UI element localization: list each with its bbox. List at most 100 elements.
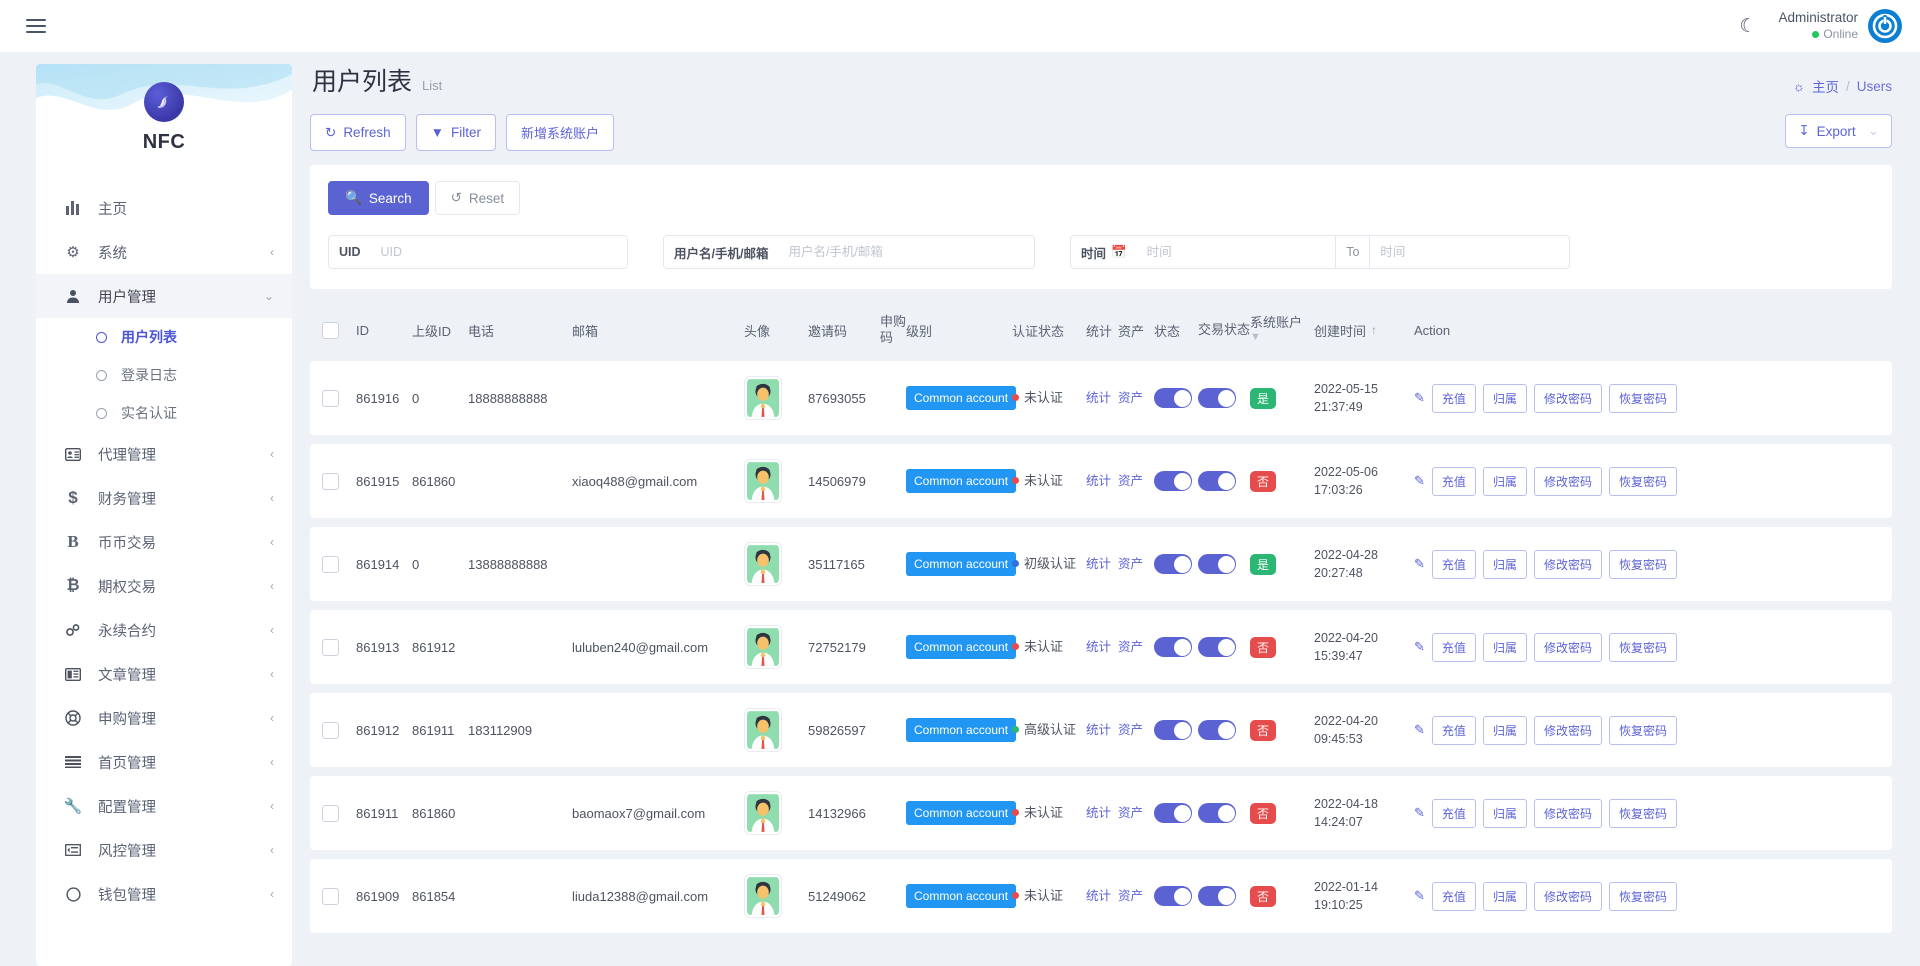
asset-link[interactable]: 资产	[1118, 723, 1143, 737]
recharge-button[interactable]: 充值	[1432, 384, 1476, 413]
sidebar-item-coin-trade[interactable]: B 币币交易 ‹	[36, 520, 292, 564]
table-row[interactable]: 861915 861860 xiaoq488@gmail.com 1450697…	[310, 444, 1892, 518]
stats-link[interactable]: 统计	[1086, 640, 1111, 654]
user-profile[interactable]: Administrator Online	[1778, 9, 1902, 43]
asset-link[interactable]: 资产	[1118, 391, 1143, 405]
row-checkbox[interactable]	[322, 556, 339, 573]
sidebar-item-login-log[interactable]: 登录日志	[36, 356, 292, 394]
sidebar-item-user-management[interactable]: 用户管理 ⌄	[36, 274, 292, 318]
time-to-input[interactable]	[1370, 236, 1569, 268]
change-password-button[interactable]: 修改密码	[1534, 799, 1602, 828]
asset-link[interactable]: 资产	[1118, 474, 1143, 488]
add-system-account-button[interactable]: 新增系统账户	[506, 114, 614, 151]
edit-icon[interactable]: ✎	[1414, 722, 1425, 738]
edit-icon[interactable]: ✎	[1414, 390, 1425, 406]
sidebar-item-home[interactable]: 主页	[36, 186, 292, 230]
row-checkbox[interactable]	[322, 888, 339, 905]
attribution-button[interactable]: 归属	[1483, 467, 1527, 496]
stats-link[interactable]: 统计	[1086, 889, 1111, 903]
refresh-button[interactable]: ↻ Refresh	[310, 114, 406, 151]
change-password-button[interactable]: 修改密码	[1534, 384, 1602, 413]
recharge-button[interactable]: 充值	[1432, 799, 1476, 828]
asset-link[interactable]: 资产	[1118, 557, 1143, 571]
stats-link[interactable]: 统计	[1086, 391, 1111, 405]
asset-link[interactable]: 资产	[1118, 640, 1143, 654]
export-button[interactable]: ↧ Export ⌄	[1785, 114, 1892, 148]
trade-state-toggle[interactable]	[1198, 388, 1236, 408]
avatar[interactable]	[1868, 9, 1902, 43]
trade-state-toggle[interactable]	[1198, 720, 1236, 740]
sidebar-item-system[interactable]: ⚙ 系统 ‹	[36, 230, 292, 274]
row-checkbox[interactable]	[322, 639, 339, 656]
change-password-button[interactable]: 修改密码	[1534, 467, 1602, 496]
edit-icon[interactable]: ✎	[1414, 473, 1425, 489]
trade-state-toggle[interactable]	[1198, 554, 1236, 574]
breadcrumb-home[interactable]: 主页	[1812, 76, 1839, 96]
sidebar-item-config-management[interactable]: 🔧 配置管理 ‹	[36, 784, 292, 828]
change-password-button[interactable]: 修改密码	[1534, 550, 1602, 579]
stats-link[interactable]: 统计	[1086, 723, 1111, 737]
recharge-button[interactable]: 充值	[1432, 633, 1476, 662]
change-password-button[interactable]: 修改密码	[1534, 633, 1602, 662]
filter-button[interactable]: ▼ Filter	[416, 114, 496, 151]
restore-password-button[interactable]: 恢复密码	[1609, 716, 1677, 745]
sidebar-item-article-management[interactable]: 文章管理 ‹	[36, 652, 292, 696]
edit-icon[interactable]: ✎	[1414, 888, 1425, 904]
state-toggle[interactable]	[1154, 471, 1192, 491]
moon-icon[interactable]: ☾	[1739, 17, 1756, 36]
change-password-button[interactable]: 修改密码	[1534, 882, 1602, 911]
edit-icon[interactable]: ✎	[1414, 639, 1425, 655]
recharge-button[interactable]: 充值	[1432, 716, 1476, 745]
restore-password-button[interactable]: 恢复密码	[1609, 882, 1677, 911]
restore-password-button[interactable]: 恢复密码	[1609, 467, 1677, 496]
sidebar-item-risk-management[interactable]: 风控管理 ‹	[36, 828, 292, 872]
restore-password-button[interactable]: 恢复密码	[1609, 799, 1677, 828]
restore-password-button[interactable]: 恢复密码	[1609, 550, 1677, 579]
attribution-button[interactable]: 归属	[1483, 384, 1527, 413]
time-from-input[interactable]	[1137, 236, 1336, 268]
attribution-button[interactable]: 归属	[1483, 799, 1527, 828]
trade-state-toggle[interactable]	[1198, 471, 1236, 491]
recharge-button[interactable]: 充值	[1432, 550, 1476, 579]
sidebar-item-real-name-auth[interactable]: 实名认证	[36, 394, 292, 432]
username-input[interactable]	[778, 236, 1034, 268]
trade-state-toggle[interactable]	[1198, 637, 1236, 657]
restore-password-button[interactable]: 恢复密码	[1609, 384, 1677, 413]
state-toggle[interactable]	[1154, 637, 1192, 657]
search-button[interactable]: 🔍 Search	[328, 181, 429, 215]
funnel-icon[interactable]: ▼	[1250, 331, 1302, 345]
select-all-checkbox[interactable]	[322, 322, 339, 339]
sidebar-item-finance-management[interactable]: $ 财务管理 ‹	[36, 476, 292, 520]
table-row[interactable]: 861911 861860 baomaox7@gmail.com 1413296…	[310, 776, 1892, 850]
edit-icon[interactable]: ✎	[1414, 805, 1425, 821]
attribution-button[interactable]: 归属	[1483, 633, 1527, 662]
asset-link[interactable]: 资产	[1118, 889, 1143, 903]
recharge-button[interactable]: 充值	[1432, 467, 1476, 496]
th-created-time[interactable]: 创建时间 ↑	[1314, 321, 1414, 340]
table-row[interactable]: 861913 861912 luluben240@gmail.com 72752…	[310, 610, 1892, 684]
row-checkbox[interactable]	[322, 390, 339, 407]
state-toggle[interactable]	[1154, 886, 1192, 906]
stats-link[interactable]: 统计	[1086, 557, 1111, 571]
table-row[interactable]: 861916 0 18888888888 87693055 Common acc…	[310, 361, 1892, 435]
chevron-down-icon[interactable]: ⌄	[1868, 123, 1879, 139]
stats-link[interactable]: 统计	[1086, 474, 1111, 488]
attribution-button[interactable]: 归属	[1483, 716, 1527, 745]
row-checkbox[interactable]	[322, 722, 339, 739]
trade-state-toggle[interactable]	[1198, 886, 1236, 906]
sidebar-item-subscription-management[interactable]: 申购管理 ‹	[36, 696, 292, 740]
table-row[interactable]: 861909 861854 liuda12388@gmail.com 51249…	[310, 859, 1892, 933]
table-row[interactable]: 861912 861911 183112909 59826597 Common …	[310, 693, 1892, 767]
state-toggle[interactable]	[1154, 554, 1192, 574]
asset-link[interactable]: 资产	[1118, 806, 1143, 820]
state-toggle[interactable]	[1154, 720, 1192, 740]
sidebar-item-homepage-management[interactable]: 首页管理 ‹	[36, 740, 292, 784]
state-toggle[interactable]	[1154, 388, 1192, 408]
sidebar-item-user-list[interactable]: 用户列表	[36, 318, 292, 356]
trade-state-toggle[interactable]	[1198, 803, 1236, 823]
sidebar-item-agent-management[interactable]: 代理管理 ‹	[36, 432, 292, 476]
attribution-button[interactable]: 归属	[1483, 882, 1527, 911]
attribution-button[interactable]: 归属	[1483, 550, 1527, 579]
restore-password-button[interactable]: 恢复密码	[1609, 633, 1677, 662]
hamburger-icon[interactable]	[22, 15, 50, 37]
